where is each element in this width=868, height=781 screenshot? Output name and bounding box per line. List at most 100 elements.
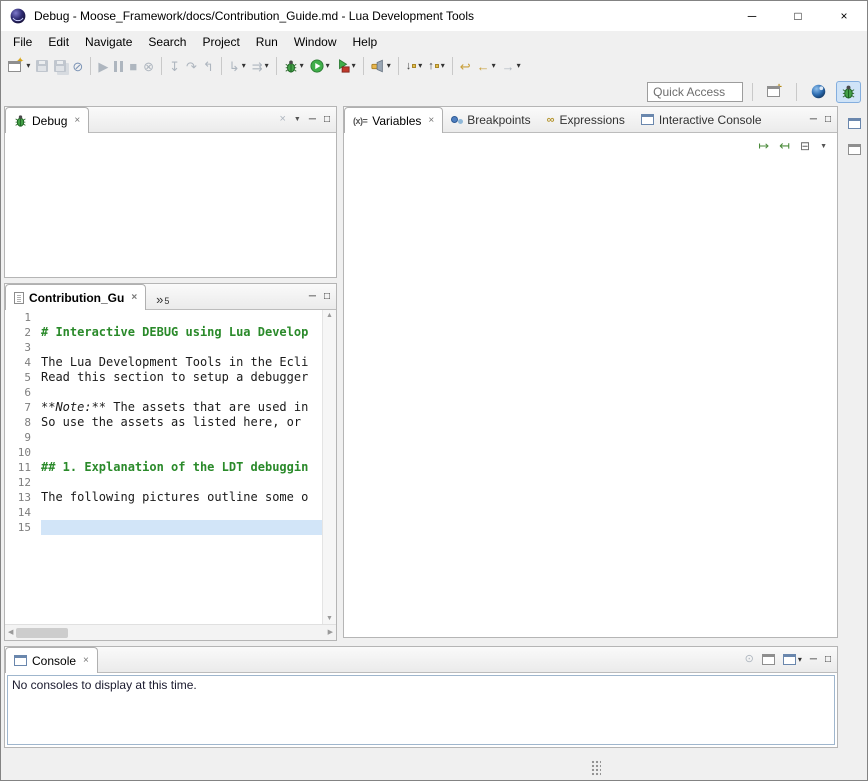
code-line[interactable]: # Interactive DEBUG using Lua Develop (41, 325, 322, 340)
new-button[interactable]: ✦ ▾ (5, 55, 33, 77)
window-maximize-button[interactable]: □ (775, 1, 821, 31)
sash-grip[interactable] (591, 760, 601, 776)
dropdown-icon[interactable]: ▾ (300, 62, 304, 70)
menu-navigate[interactable]: Navigate (77, 32, 140, 52)
code-line[interactable] (41, 505, 322, 520)
tab-variables[interactable]: (x)= Variables × (344, 107, 443, 133)
dropdown-icon[interactable]: ▾ (517, 62, 521, 70)
search-button[interactable]: ▾ (368, 55, 394, 77)
debug-view-content[interactable] (5, 133, 336, 277)
use-step-filters-button[interactable]: ⇉▾ (249, 55, 272, 77)
resume-button[interactable]: ▶ (95, 55, 111, 77)
console-content[interactable]: No consoles to display at this time. (7, 675, 835, 745)
window-close-button[interactable]: × (821, 1, 867, 31)
minimize-button[interactable]: ─ (810, 115, 817, 125)
scroll-down-icon[interactable]: ▼ (326, 615, 333, 622)
tab-console[interactable]: Console × (5, 647, 98, 673)
close-icon[interactable]: × (428, 115, 434, 126)
show-type-names-button[interactable]: ↤ (779, 138, 790, 154)
dropdown-icon[interactable]: ▾ (441, 62, 445, 70)
code-line-current[interactable] (41, 520, 322, 535)
close-icon[interactable]: × (74, 115, 80, 126)
scrollbar-thumb[interactable] (16, 628, 68, 638)
tab-interactive-console[interactable]: Interactive Console (633, 107, 770, 132)
restore-minimized-view-button-1[interactable] (844, 114, 864, 132)
code-line[interactable] (41, 475, 322, 490)
forward-button[interactable]: →▾ (499, 55, 524, 77)
close-icon[interactable]: × (83, 655, 89, 666)
dropdown-icon[interactable]: ▾ (242, 62, 246, 70)
debug-perspective-button[interactable] (836, 81, 861, 103)
editor-tab-overflow[interactable]: » 5 (146, 293, 175, 309)
code-area[interactable]: 12# Interactive DEBUG using Lua Develop3… (5, 310, 322, 624)
code-line[interactable]: So use the assets as listed here, or (41, 415, 322, 430)
suspend-button[interactable] (111, 55, 126, 77)
remove-all-terminated-button[interactable]: × (279, 114, 285, 125)
save-all-button[interactable] (51, 55, 69, 77)
back-button[interactable]: ←▾ (474, 55, 499, 77)
dropdown-icon[interactable]: ▾ (326, 62, 330, 70)
maximize-button[interactable]: □ (825, 655, 831, 665)
menu-help[interactable]: Help (345, 32, 386, 52)
external-tools-button[interactable]: ▾ (333, 55, 359, 77)
code-line[interactable]: The Lua Development Tools in the Ecli (41, 355, 322, 370)
dropdown-icon[interactable]: ▾ (26, 62, 30, 70)
dropdown-icon[interactable]: ▾ (265, 62, 269, 70)
code-line[interactable]: ## 1. Explanation of the LDT debuggin (41, 460, 322, 475)
horizontal-scrollbar[interactable]: ◀ ▶ (5, 624, 336, 640)
skip-all-breakpoints-button[interactable]: ⊘ (69, 55, 86, 77)
code-line[interactable]: The following pictures outline some o (41, 490, 322, 505)
window-minimize-button[interactable]: ─ (729, 1, 775, 31)
previous-annotation-button[interactable]: ↑▾ (425, 55, 448, 77)
minimize-button[interactable]: ─ (309, 292, 316, 302)
lua-perspective-button[interactable] (806, 81, 831, 103)
collapse-all-button[interactable]: ⊟ (800, 139, 810, 153)
scroll-left-icon[interactable]: ◀ (8, 629, 13, 636)
save-button[interactable] (33, 55, 51, 77)
restore-minimized-view-button-2[interactable] (844, 140, 864, 158)
code-line[interactable] (41, 445, 322, 460)
tab-debug[interactable]: Debug × (5, 107, 89, 133)
code-line[interactable] (41, 310, 322, 325)
next-annotation-button[interactable]: ↓▾ (403, 55, 426, 77)
code-line[interactable]: **Note:** The assets that are used in (41, 400, 322, 415)
pin-console-button[interactable]: ⊙ (745, 654, 754, 665)
menu-file[interactable]: File (5, 32, 40, 52)
tab-expressions[interactable]: ∞ Expressions (539, 107, 633, 132)
menu-project[interactable]: Project (194, 32, 247, 52)
step-return-button[interactable]: ↰ (200, 55, 217, 77)
show-logical-structures-button[interactable]: ↦ (758, 138, 769, 154)
maximize-button[interactable]: □ (825, 115, 831, 125)
dropdown-icon[interactable]: ▾ (387, 62, 391, 70)
menu-search[interactable]: Search (140, 32, 194, 52)
display-selected-console-button[interactable] (762, 654, 775, 665)
code-line[interactable] (41, 430, 322, 445)
disconnect-button[interactable]: ⊗ (140, 55, 157, 77)
open-perspective-button[interactable]: + (762, 81, 787, 103)
maximize-button[interactable]: □ (324, 115, 330, 125)
view-menu-button[interactable]: ▼ (294, 116, 301, 123)
debug-button[interactable]: ▾ (281, 55, 307, 77)
quick-access-input[interactable]: Quick Access (647, 82, 743, 102)
vertical-scrollbar[interactable]: ▲ ▼ (322, 310, 336, 624)
dropdown-icon[interactable]: ▾ (492, 62, 496, 70)
maximize-button[interactable]: □ (324, 292, 330, 302)
terminate-button[interactable]: ■ (126, 55, 140, 77)
scroll-up-icon[interactable]: ▲ (326, 312, 333, 319)
menu-edit[interactable]: Edit (40, 32, 77, 52)
code-line[interactable]: Read this section to setup a debugger (41, 370, 322, 385)
run-button[interactable]: ▾ (307, 55, 333, 77)
minimize-button[interactable]: ─ (810, 655, 817, 665)
open-console-button[interactable]: ▾ (783, 654, 802, 665)
editor-tab[interactable]: Contribution_Gu × (5, 284, 146, 310)
drop-to-frame-button[interactable]: ↳▾ (226, 55, 249, 77)
scroll-right-icon[interactable]: ▶ (328, 629, 333, 636)
close-icon[interactable]: × (131, 292, 137, 303)
menu-window[interactable]: Window (286, 32, 345, 52)
view-menu-button[interactable]: ▼ (820, 143, 827, 150)
step-over-button[interactable]: ↷ (183, 55, 200, 77)
variables-content[interactable] (344, 159, 837, 637)
dropdown-icon[interactable]: ▾ (352, 62, 356, 70)
tab-breakpoints[interactable]: Breakpoints (443, 107, 538, 132)
step-into-button[interactable]: ↧ (166, 55, 183, 77)
